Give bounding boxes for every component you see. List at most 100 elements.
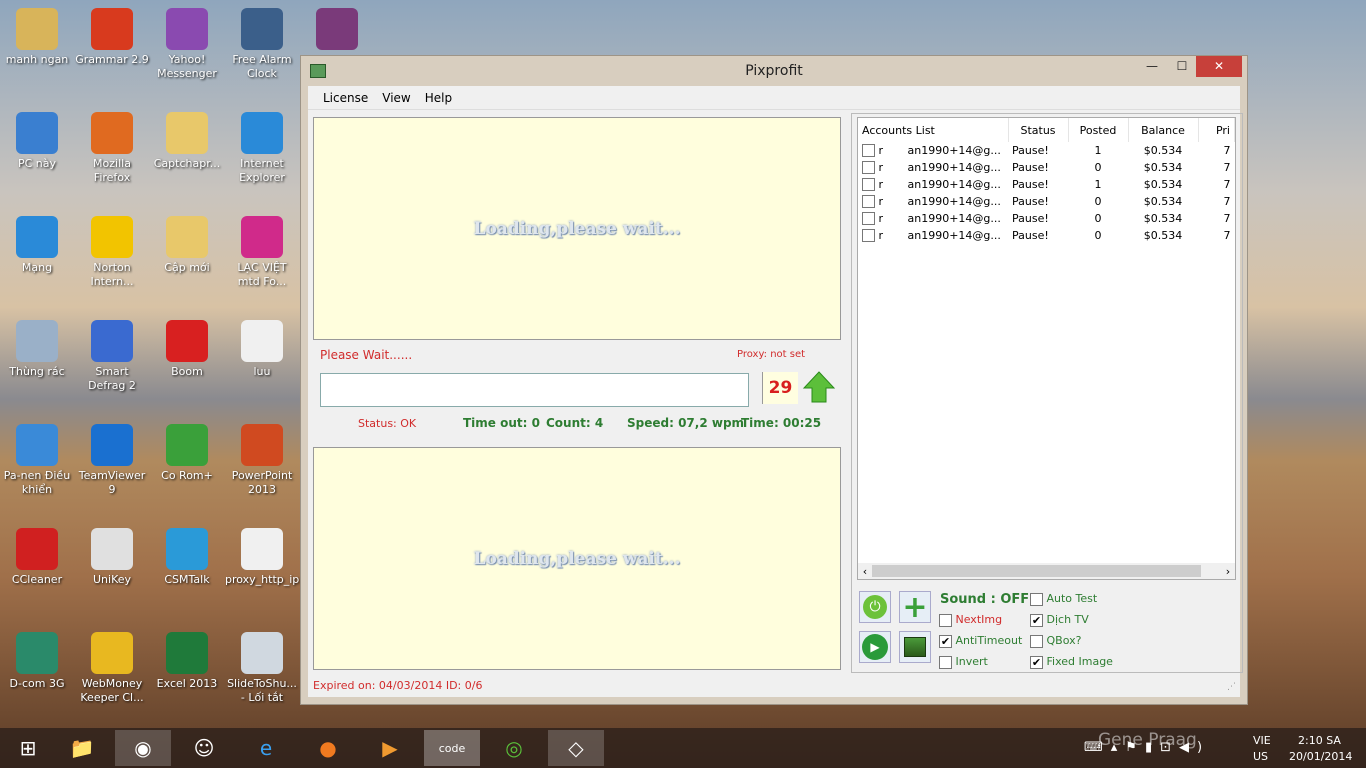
clock-time[interactable]: 2:10 SA [1298,734,1341,747]
desktop-icon[interactable]: CSMTalk [150,528,224,587]
option-checkbox[interactable] [1030,634,1043,648]
title-bar[interactable]: Pixprofit — ☐ ✕ [301,56,1247,86]
minimize-button[interactable]: — [1137,56,1167,77]
desktop-icon[interactable] [300,8,374,53]
image-button[interactable] [899,631,931,663]
desktop-icon[interactable]: luu [225,320,299,379]
account-row[interactable]: r an1990+14@g... Pause! 1 $0.534 7 [858,142,1235,159]
scroll-right-icon[interactable]: › [1221,565,1235,578]
sound-toggle[interactable]: Sound : OFF [940,592,1029,607]
desktop-icon[interactable]: Captchapr... [150,112,224,171]
maximize-button[interactable]: ☐ [1167,56,1197,77]
account-row[interactable]: r an1990+14@g... Pause! 0 $0.534 7 [858,210,1235,227]
col-balance[interactable]: Balance [1128,118,1199,142]
lang-2[interactable]: US [1253,750,1268,763]
taskbar-file-explorer-icon[interactable]: 📁 [54,730,110,766]
option-auto-test[interactable]: Auto Test [1030,592,1097,606]
option-qbox-[interactable]: QBox? [1030,634,1081,648]
desktop-icon[interactable]: Yahoo! Messenger [150,8,224,81]
lang-1[interactable]: VIE [1253,734,1271,747]
desktop-icon[interactable]: UniKey [75,528,149,587]
desktop-icon[interactable]: Norton Intern... [75,216,149,289]
desktop-icon[interactable]: SlideToShu... - Lối tắt [225,632,299,705]
submit-up-arrow-icon[interactable] [802,370,836,404]
option-d-ch-tv[interactable]: ✔ Dịch TV [1030,613,1089,627]
option-checkbox[interactable]: ✔ [1030,613,1043,627]
desktop-icon-label: WebMoney Keeper Cl... [80,677,144,704]
account-row[interactable]: r an1990+14@g... Pause! 0 $0.534 7 [858,193,1235,210]
col-status[interactable]: Status [1008,118,1069,142]
desktop-icon[interactable]: Excel 2013 [150,632,224,691]
option-checkbox[interactable]: ✔ [939,634,952,648]
start-button[interactable]: ⊞ [0,730,56,766]
row-checkbox[interactable] [862,212,875,226]
add-account-button[interactable]: + [899,590,931,625]
taskbar-pixprofit-icon[interactable]: code [424,730,480,766]
taskbar: ⊞ 📁 ◉ ☺ e ● ▶ code ◎ ◇ Gene Praag ⌨▴⚑▮⊡◀… [0,728,1366,768]
taskbar-firefox-icon[interactable]: ● [300,730,356,766]
option-checkbox[interactable]: ✔ [1030,655,1043,669]
resize-grip[interactable]: ⋰ [1227,682,1236,692]
col-pri[interactable]: Pri [1198,118,1235,142]
account-posted: 0 [1094,161,1102,174]
row-checkbox[interactable] [862,144,875,158]
desktop-icon[interactable]: Cập mới [150,216,224,275]
taskbar-yahoo-icon[interactable]: ☺ [176,730,232,766]
tray-icons[interactable]: ⌨▴⚑▮⊡◀) [1084,740,1210,755]
desktop-icon[interactable]: manh ngan [0,8,74,67]
row-checkbox[interactable] [862,161,875,175]
desktop-icon[interactable]: Free Alarm Clock [225,8,299,81]
menu-view[interactable]: View [375,86,417,109]
desktop-icon[interactable]: Thùng rác [0,320,74,379]
option-checkbox[interactable] [939,655,952,669]
desktop-icon[interactable]: CCleaner [0,528,74,587]
taskbar-media-icon[interactable]: ▶ [362,730,418,766]
desktop-icon[interactable]: Smart Defrag 2 [75,320,149,393]
menu-help[interactable]: Help [418,86,459,109]
play-button[interactable]: ▶ [859,631,891,663]
account-row[interactable]: r an1990+14@g... Pause! 1 $0.534 7 [858,176,1235,193]
row-checkbox[interactable] [862,229,875,243]
desktop-icon[interactable]: Mozilla Firefox [75,112,149,185]
option-checkbox[interactable] [1030,592,1043,606]
close-button[interactable]: ✕ [1196,56,1242,77]
row-checkbox[interactable] [862,178,875,192]
scroll-thumb[interactable] [872,565,1201,577]
horizontal-scrollbar[interactable]: ‹ › [858,563,1235,579]
col-posted[interactable]: Posted [1068,118,1129,142]
option-checkbox[interactable] [939,613,952,627]
desktop-icon[interactable]: Internet Explorer [225,112,299,185]
col-accounts[interactable]: Accounts List [858,118,1009,142]
desktop-icon[interactable]: PowerPoint 2013 [225,424,299,497]
desktop-icon[interactable]: proxy_http_ip [225,528,299,587]
option-nextimg[interactable]: NextImg [939,613,1002,627]
desktop-icon[interactable]: Co Rom+ [150,424,224,483]
taskbar-coccoc-icon[interactable]: ◎ [486,730,542,766]
desktop-icon[interactable]: LẠC VIỆT mtd Fo... [225,216,299,289]
option-antitimeout[interactable]: ✔ AntiTimeout [939,634,1022,648]
row-checkbox[interactable] [862,195,875,209]
option-invert[interactable]: Invert [939,655,988,669]
desktop-icon[interactable]: TeamViewer 9 [75,424,149,497]
desktop-icon[interactable]: Pa-nen Điều khiển [0,424,74,497]
countdown-timer: 29 [762,372,798,404]
accounts-list[interactable]: Accounts List Status Posted Balance Pri … [857,117,1236,580]
captcha-answer-input[interactable] [320,373,749,407]
please-wait-label: Please Wait...... [320,348,413,362]
scroll-left-icon[interactable]: ‹ [858,565,872,578]
desktop-icon[interactable]: Grammar 2.9 [75,8,149,67]
account-row[interactable]: r an1990+14@g... Pause! 0 $0.534 7 [858,159,1235,176]
taskbar-ie-icon[interactable]: e [238,730,294,766]
menu-license[interactable]: License [316,86,375,109]
clock-date[interactable]: 20/01/2014 [1289,750,1352,763]
account-row[interactable]: r an1990+14@g... Pause! 0 $0.534 7 [858,227,1235,244]
desktop-icon[interactable]: WebMoney Keeper Cl... [75,632,149,705]
taskbar-chrome-icon[interactable]: ◉ [115,730,171,766]
desktop-icon[interactable]: Boom [150,320,224,379]
taskbar-app-icon[interactable]: ◇ [548,730,604,766]
desktop-icon[interactable]: Mạng [0,216,74,275]
option-fixed-image[interactable]: ✔ Fixed Image [1030,655,1113,669]
power-button[interactable]: ⏻ [859,591,891,623]
desktop-icon[interactable]: D-com 3G [0,632,74,691]
desktop-icon[interactable]: PC này [0,112,74,171]
